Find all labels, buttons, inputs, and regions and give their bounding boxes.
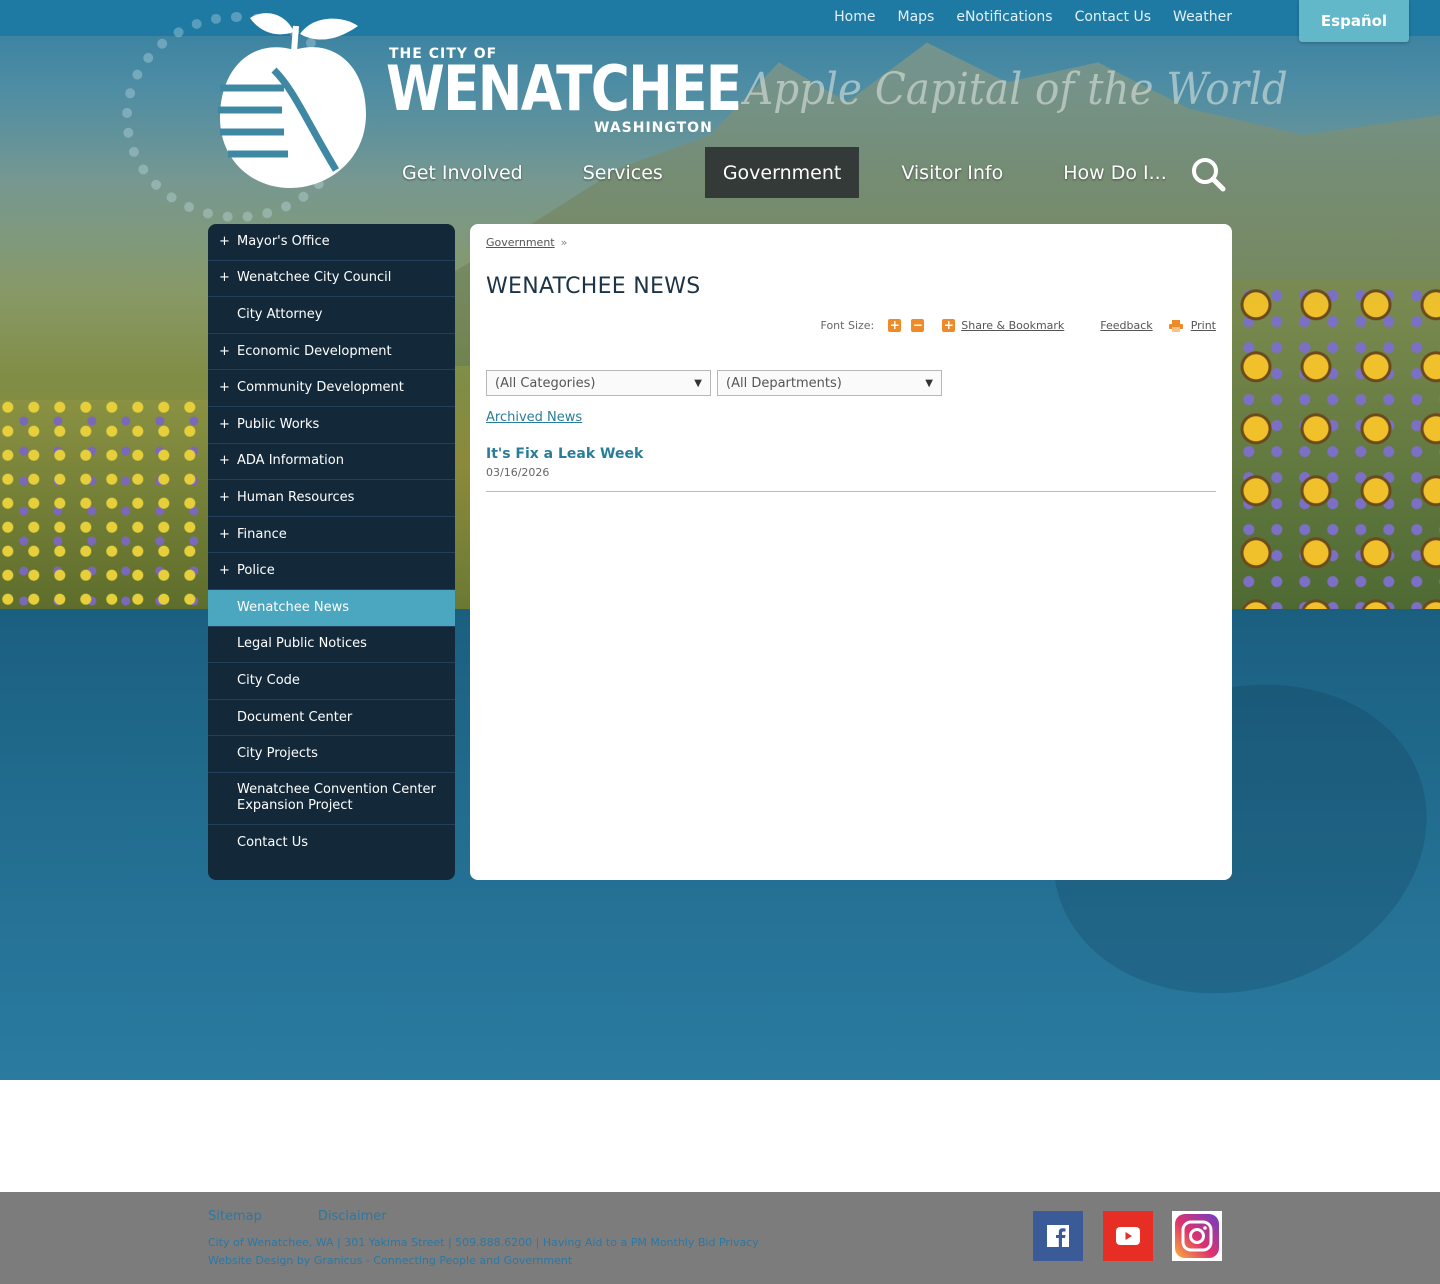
tagline: Apple Capital of the World xyxy=(744,64,1288,115)
nav-how-do-i[interactable]: How Do I... xyxy=(1033,147,1197,198)
sidebar-item-label: Wenatchee News xyxy=(237,599,350,615)
nav-get-involved[interactable]: Get Involved xyxy=(372,147,553,198)
expand-plus-icon[interactable]: + xyxy=(219,417,230,433)
youtube-button[interactable] xyxy=(1103,1211,1153,1261)
sidebar-item-mayors-office[interactable]: + Mayor's Office xyxy=(208,224,455,261)
sidebar-item-label: Public Works xyxy=(237,416,320,432)
utility-link-weather[interactable]: Weather xyxy=(1173,9,1232,25)
nav-visitor-info[interactable]: Visitor Info xyxy=(871,147,1033,198)
sidebar-item-finance[interactable]: + Finance xyxy=(208,517,455,554)
sidebar-item-document-center[interactable]: Document Center xyxy=(208,700,455,737)
chevron-down-icon: ▼ xyxy=(694,377,702,389)
sidebar-item-label: City Attorney xyxy=(237,306,323,322)
expand-plus-icon[interactable]: + xyxy=(219,453,230,469)
sidebar-item-label: Mayor's Office xyxy=(237,233,330,249)
share-plus-icon[interactable]: + xyxy=(942,319,956,332)
footer-sitemap-link[interactable]: Sitemap xyxy=(208,1209,262,1224)
department-select-value: (All Departments) xyxy=(726,375,842,391)
nav-government[interactable]: Government xyxy=(704,147,860,198)
facebook-icon xyxy=(1047,1225,1069,1247)
sidebar-item-public-works[interactable]: + Public Works xyxy=(208,407,455,444)
sidebar-item-ada-information[interactable]: + ADA Information xyxy=(208,444,455,481)
instagram-icon xyxy=(1175,1214,1219,1258)
sidebar-item-label: Wenatchee City Council xyxy=(237,270,392,286)
font-size-label: Font Size: xyxy=(820,319,875,332)
list-item: It's Fix a Leak Week 03/16/2026 xyxy=(486,446,1216,492)
logo-state-name: WASHINGTON xyxy=(594,120,713,136)
page-tools: Font Size: + − + Share & Bookmark Feedba… xyxy=(821,319,1216,332)
language-espanol-button[interactable]: Español xyxy=(1299,0,1409,42)
sidebar-item-wenatchee-news[interactable]: Wenatchee News xyxy=(208,589,455,627)
expand-plus-icon[interactable]: + xyxy=(219,270,230,286)
nav-services[interactable]: Services xyxy=(553,147,693,198)
font-increase-icon[interactable]: + xyxy=(888,319,902,332)
sidebar-item-label: Community Development xyxy=(237,380,404,396)
expand-plus-icon[interactable]: + xyxy=(219,563,230,579)
breadcrumb-government-link[interactable]: Government xyxy=(486,236,555,249)
footer-links: Sitemap Disclaimer xyxy=(208,1209,387,1224)
page-title: WENATCHEE NEWS xyxy=(486,274,701,299)
sidebar-item-economic-development[interactable]: + Economic Development xyxy=(208,334,455,371)
footer-address: City of Wenatchee, WA | 301 Yakima Stree… xyxy=(208,1236,759,1249)
sidebar-item-contact-us[interactable]: Contact Us xyxy=(208,825,455,862)
print-icon[interactable] xyxy=(1168,319,1183,332)
main-nav: Get Involved Services Government Visitor… xyxy=(372,147,1197,198)
facebook-button[interactable] xyxy=(1033,1211,1083,1261)
news-filters: (All Categories) ▼ (All Departments) ▼ xyxy=(486,370,942,396)
sidebar-item-label: Police xyxy=(237,563,275,579)
utility-link-home[interactable]: Home xyxy=(834,9,875,25)
department-select[interactable]: (All Departments) ▼ xyxy=(717,370,942,396)
utility-link-enotifications[interactable]: eNotifications xyxy=(956,9,1052,25)
sidebar-item-label: Wenatchee Convention Center Expansion Pr… xyxy=(237,782,436,814)
sidebar-item-label: Finance xyxy=(237,526,287,542)
category-select-value: (All Categories) xyxy=(495,375,596,391)
sidebar-item-label: Legal Public Notices xyxy=(237,636,367,652)
chevron-down-icon: ▼ xyxy=(925,377,933,389)
sidebar-item-label: City Code xyxy=(237,672,300,688)
sidebar-item-label: ADA Information xyxy=(237,453,344,469)
breadcrumb: Government » xyxy=(486,236,567,249)
sidebar-item-label: City Projects xyxy=(237,746,318,762)
expand-plus-icon[interactable]: + xyxy=(219,380,230,396)
sidebar-nav: + Mayor's Office + Wenatchee City Council … xyxy=(208,224,455,880)
feedback-link[interactable]: Feedback xyxy=(1100,319,1152,332)
sidebar-item-community-development[interactable]: + Community Development xyxy=(208,370,455,407)
sidebar-item-label: Human Resources xyxy=(237,489,355,505)
sidebar-item-convention-center[interactable]: Wenatchee Convention Center Expansion Pr… xyxy=(208,773,455,825)
expand-plus-icon[interactable]: + xyxy=(219,234,230,250)
instagram-button[interactable] xyxy=(1172,1211,1222,1261)
logo-city-name[interactable]: WENATCHEE xyxy=(386,56,742,122)
sidebar-item-city-attorney[interactable]: City Attorney xyxy=(208,297,455,334)
archived-news-link[interactable]: Archived News xyxy=(486,410,582,425)
sidebar-item-label: Document Center xyxy=(237,709,353,725)
utility-link-maps[interactable]: Maps xyxy=(897,9,934,25)
utility-link-contact-us[interactable]: Contact Us xyxy=(1075,9,1151,25)
content-panel: Government » WENATCHEE NEWS Font Size: + … xyxy=(470,224,1232,880)
youtube-icon xyxy=(1116,1227,1140,1245)
sidebar-item-police[interactable]: + Police xyxy=(208,553,455,590)
sidebar-item-label: Economic Development xyxy=(237,343,392,359)
utility-links: Home Maps eNotifications Contact Us Weat… xyxy=(834,9,1232,25)
sidebar-item-legal-public-notices[interactable]: Legal Public Notices xyxy=(208,627,455,664)
footer-disclaimer-link[interactable]: Disclaimer xyxy=(318,1209,387,1224)
sidebar-item-city-code[interactable]: City Code xyxy=(208,663,455,700)
footer: Sitemap Disclaimer City of Wenatchee, WA… xyxy=(0,1192,1440,1284)
sidebar-item-city-council[interactable]: + Wenatchee City Council xyxy=(208,261,455,298)
news-title-link[interactable]: It's Fix a Leak Week xyxy=(486,446,1216,462)
expand-plus-icon[interactable]: + xyxy=(219,344,230,360)
category-select[interactable]: (All Categories) ▼ xyxy=(486,370,711,396)
print-link[interactable]: Print xyxy=(1191,319,1216,332)
breadcrumb-separator: » xyxy=(560,236,568,249)
search-icon[interactable] xyxy=(1190,156,1226,192)
expand-plus-icon[interactable]: + xyxy=(219,490,230,506)
sidebar-item-human-resources[interactable]: + Human Resources xyxy=(208,480,455,517)
font-decrease-icon[interactable]: − xyxy=(911,319,925,332)
share-bookmark-link[interactable]: Share & Bookmark xyxy=(961,319,1064,332)
sidebar-item-label: Contact Us xyxy=(237,835,308,851)
apple-logo-icon[interactable] xyxy=(214,10,374,192)
footer-credit: Website Design by Granicus - Connecting … xyxy=(208,1254,573,1267)
expand-plus-icon[interactable]: + xyxy=(219,527,230,543)
sidebar-item-city-projects[interactable]: City Projects xyxy=(208,736,455,773)
news-date: 03/16/2026 xyxy=(486,466,550,479)
